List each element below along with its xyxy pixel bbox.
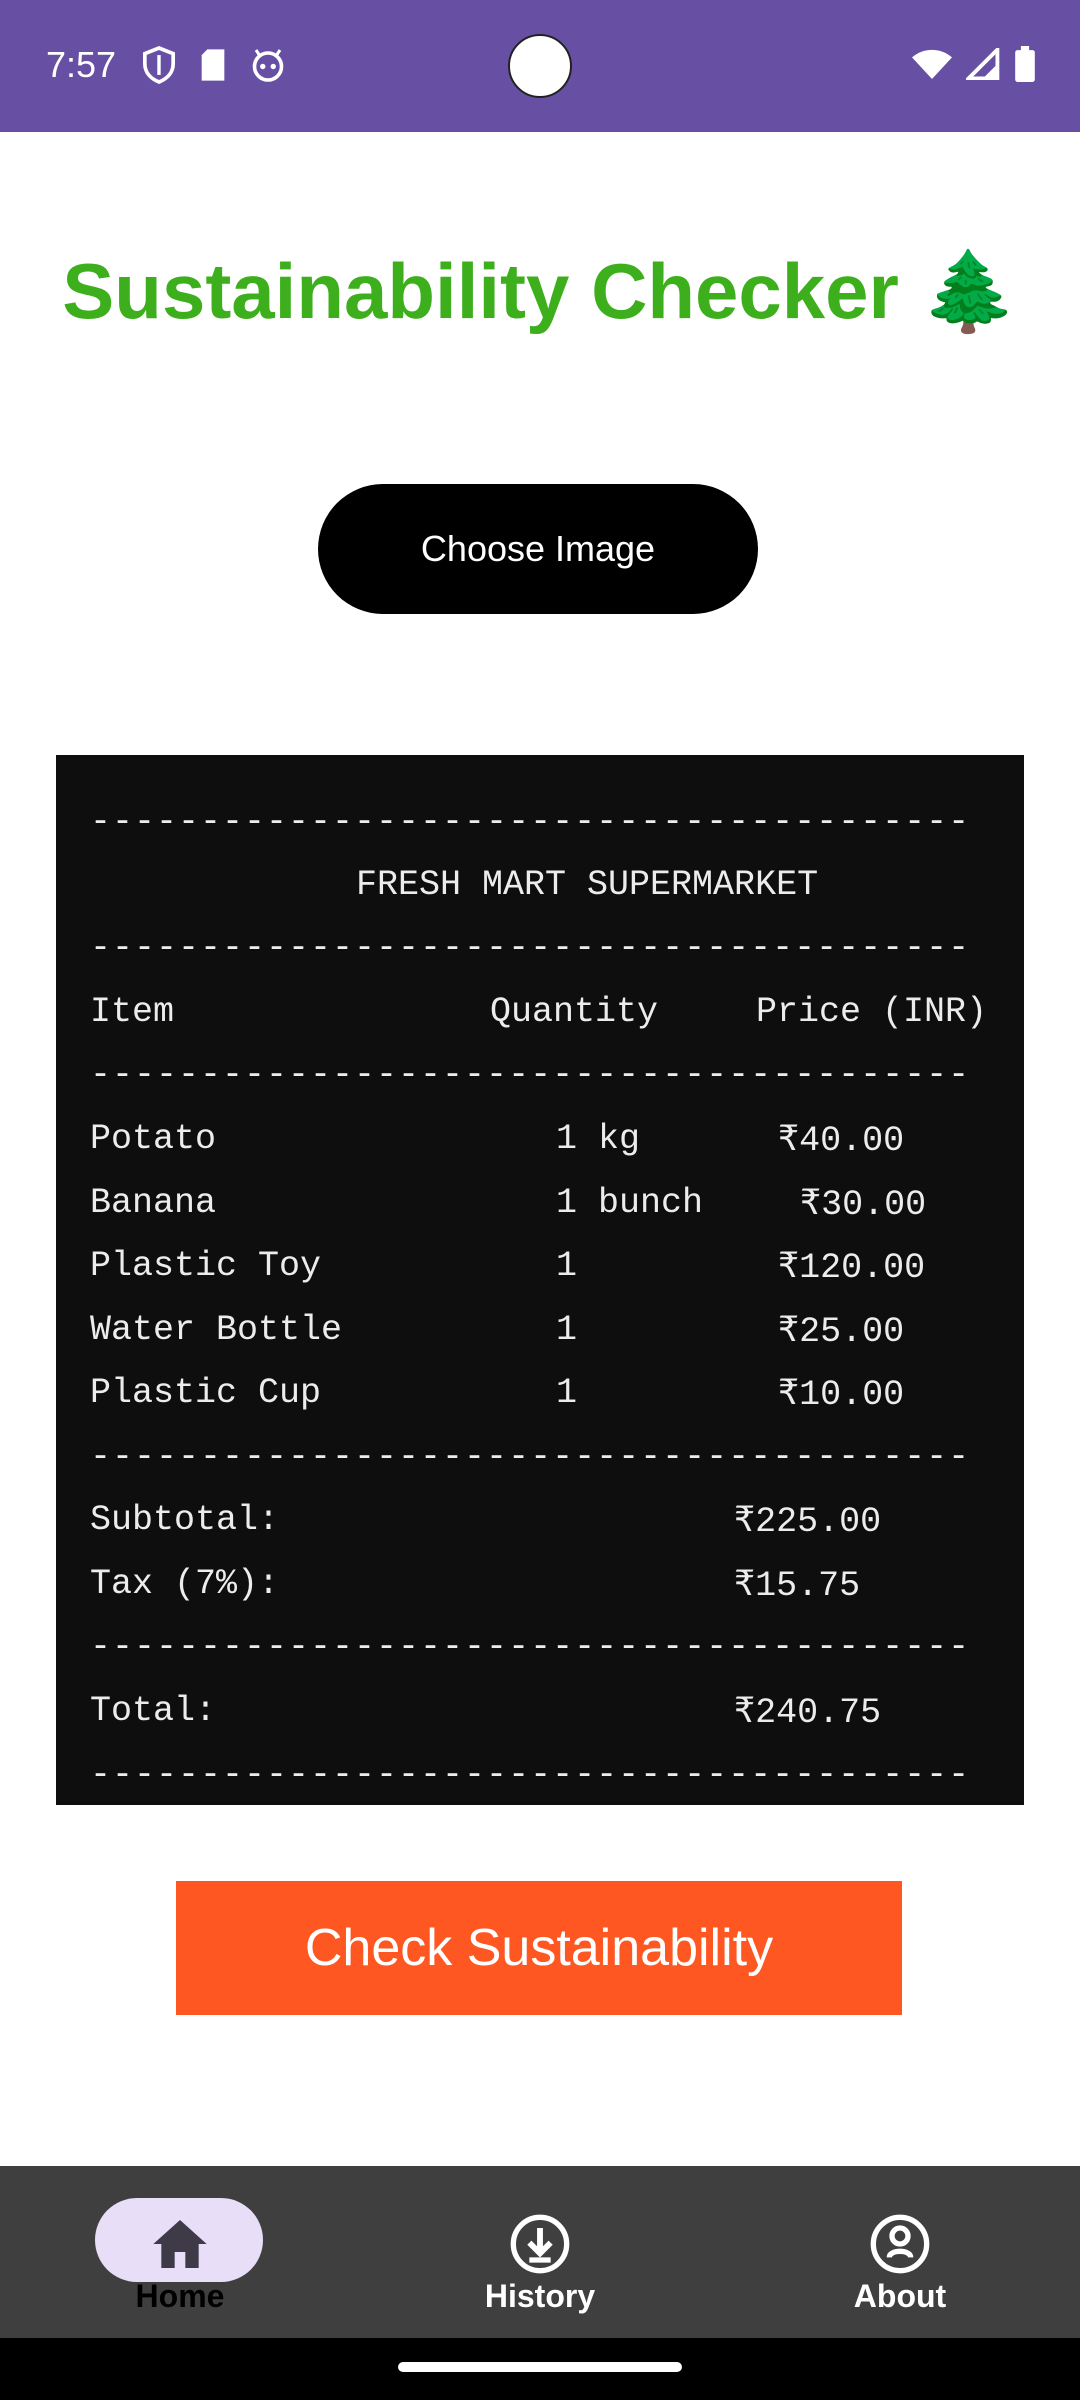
nav-item-home[interactable]: Home xyxy=(0,2166,360,2338)
receipt-tax-value: ₹15.75 xyxy=(734,1566,861,1606)
receipt-row-price: ₹120.00 xyxy=(778,1248,926,1288)
receipt-header-quantity: Quantity xyxy=(490,992,659,1032)
receipt-store-name: FRESH MART SUPERMARKET xyxy=(356,865,819,905)
receipt-tax-label: Tax (7%): xyxy=(90,1564,280,1604)
info-circle-icon xyxy=(868,2212,932,2276)
receipt-divider: ---------------------------------------- xyxy=(90,1755,971,1795)
receipt-row-quantity: 1 bunch xyxy=(556,1183,704,1223)
sd-card-icon xyxy=(198,48,228,87)
gesture-handle[interactable] xyxy=(398,2362,682,2372)
receipt-row-item: Water Bottle xyxy=(90,1310,343,1350)
wifi-icon xyxy=(912,48,952,85)
receipt-row-price: ₹25.00 xyxy=(778,1312,905,1352)
receipt-row-item: Potato xyxy=(90,1119,217,1159)
receipt-row-price: ₹30.00 xyxy=(800,1185,927,1225)
receipt-row-quantity: 1 kg xyxy=(556,1119,641,1159)
receipt-row-item: Plastic Toy xyxy=(90,1246,322,1286)
receipt-subtotal-value: ₹225.00 xyxy=(734,1502,882,1542)
receipt-row-item: Banana xyxy=(90,1183,217,1223)
receipt-divider: ---------------------------------------- xyxy=(90,928,971,968)
camera-cutout xyxy=(508,34,572,98)
nav-label-about: About xyxy=(853,2278,947,2314)
receipt-row-item: Plastic Cup xyxy=(90,1373,322,1413)
receipt-header-price: Price (INR) xyxy=(756,992,988,1032)
receipt-header-item: Item xyxy=(90,992,175,1032)
receipt-row-price: ₹40.00 xyxy=(778,1121,905,1161)
page-title: Sustainability Checker 🌲 xyxy=(62,247,1018,335)
nav-label-history: History xyxy=(484,2278,596,2314)
nav-label-home: Home xyxy=(135,2278,225,2314)
receipt-divider: ---------------------------------------- xyxy=(90,1055,971,1095)
shield-icon xyxy=(142,46,176,89)
receipt-row-price: ₹10.00 xyxy=(778,1375,905,1415)
status-time: 7:57 xyxy=(46,44,117,85)
home-icon xyxy=(148,2212,212,2276)
receipt-row-quantity: 1 xyxy=(556,1246,578,1286)
battery-icon xyxy=(1014,46,1036,87)
receipt-divider: ---------------------------------------- xyxy=(90,802,971,842)
check-sustainability-button[interactable]: Check Sustainability xyxy=(176,1881,902,2015)
receipt-total-label: Total: xyxy=(90,1691,217,1731)
receipt-row-quantity: 1 xyxy=(556,1373,578,1413)
nav-item-about[interactable]: About xyxy=(720,2166,1080,2338)
receipt-subtotal-label: Subtotal: xyxy=(90,1500,280,1540)
receipt-total-value: ₹240.75 xyxy=(734,1693,882,1733)
receipt-image: ----------------------------------------… xyxy=(56,755,1024,1805)
robot-icon xyxy=(250,48,286,87)
nav-item-history[interactable]: History xyxy=(360,2166,720,2338)
receipt-divider: ---------------------------------------- xyxy=(90,1437,971,1477)
receipt-divider: ---------------------------------------- xyxy=(90,1627,971,1667)
download-circle-icon xyxy=(508,2212,572,2276)
choose-image-button[interactable]: Choose Image xyxy=(318,484,758,614)
signal-icon xyxy=(963,44,1000,85)
receipt-row-quantity: 1 xyxy=(556,1310,578,1350)
bottom-nav: Home History About xyxy=(0,2166,1080,2338)
gesture-area xyxy=(0,2338,1080,2400)
status-bar: 7:57 xyxy=(0,0,1080,132)
